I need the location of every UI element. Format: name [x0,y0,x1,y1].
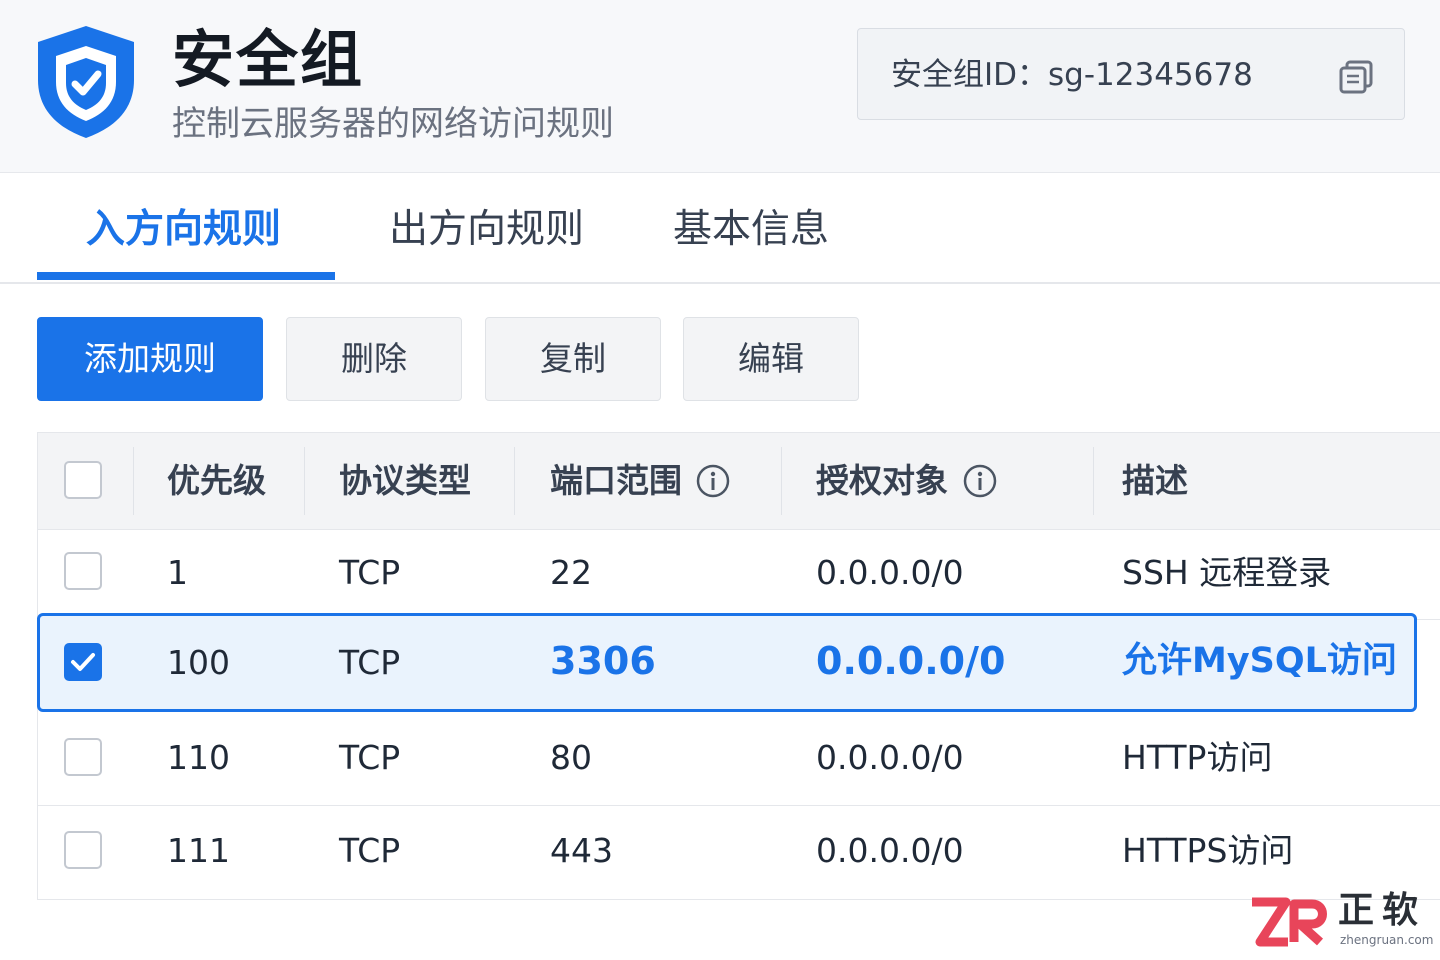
cell-port: 443 [550,831,613,870]
cell-priority: 100 [167,643,230,682]
cell-source: 0.0.0.0/0 [816,738,964,777]
cell-source: 0.0.0.0/0 [816,639,1006,683]
check-icon [71,653,95,671]
tab-basic-info[interactable]: 基本信息 [673,202,829,258]
row-checkbox[interactable] [64,552,102,590]
watermark-name: 正软 [1338,890,1427,931]
select-all-checkbox[interactable] [64,461,102,499]
cell-priority: 111 [167,831,230,870]
cell-protocol: TCP [339,831,401,870]
page-subtitle: 控制云服务器的网络访问规则 [172,104,614,144]
zr-logo-icon [1252,897,1327,947]
security-group-id-box: 安全组ID：sg-12345678 [857,28,1405,120]
cell-description: 允许MySQL访问 [1122,641,1397,681]
watermark-logo: 正软 zhengruan.com [1248,888,1438,956]
info-icon[interactable] [696,464,730,498]
cell-source: 0.0.0.0/0 [816,553,964,592]
column-divider [514,447,515,515]
cell-description: HTTP访问 [1122,738,1273,777]
table-header: 优先级 协议类型 端口范围 授权对象 描述 [38,433,1440,530]
copy-icon[interactable] [1338,59,1374,95]
table-row[interactable]: 110 TCP 80 0.0.0.0/0 HTTP访问 [38,712,1440,806]
tab-bar: 入方向规则 出方向规则 基本信息 [0,172,1440,284]
page-header: 安全组 控制云服务器的网络访问规则 安全组ID：sg-12345678 [0,0,1440,173]
edit-button[interactable]: 编辑 [683,317,859,401]
cell-port: 3306 [550,639,656,683]
active-tab-indicator [37,272,335,280]
column-divider [304,447,305,515]
security-group-id: 安全组ID：sg-12345678 [891,57,1253,93]
cell-source: 0.0.0.0/0 [816,831,964,870]
row-checkbox-checked[interactable] [64,643,102,681]
cell-port: 80 [550,738,592,777]
table-row-selected[interactable]: 100 TCP 3306 0.0.0.0/0 允许MySQL访问 [37,613,1417,712]
rules-table: 优先级 协议类型 端口范围 授权对象 描述 1 TCP 22 0.0.0.0/0… [37,432,1440,900]
row-checkbox[interactable] [64,831,102,869]
column-header-port-range[interactable]: 端口范围 [550,457,682,505]
column-header-priority[interactable]: 优先级 [167,457,266,505]
column-header-source[interactable]: 授权对象 [816,457,948,505]
cell-protocol: TCP [339,553,401,592]
table-row[interactable]: 111 TCP 443 0.0.0.0/0 HTTPS访问 [38,805,1440,900]
column-divider [133,447,134,515]
cell-description: SSH 远程登录 [1122,553,1332,592]
watermark-domain: zhengruan.com [1340,933,1434,947]
shield-check-icon [38,26,134,138]
tab-inbound-rules[interactable]: 入方向规则 [86,202,281,258]
tab-outbound-rules[interactable]: 出方向规则 [389,202,584,258]
column-header-protocol[interactable]: 协议类型 [339,457,471,505]
table-row[interactable]: 1 TCP 22 0.0.0.0/0 SSH 远程登录 [38,529,1440,620]
cell-protocol: TCP [339,643,401,682]
column-divider [781,447,782,515]
cell-port: 22 [550,553,592,592]
cell-priority: 1 [167,553,188,592]
cell-protocol: TCP [339,738,401,777]
page-title: 安全组 [172,23,365,96]
info-icon[interactable] [963,464,997,498]
cell-priority: 110 [167,738,230,777]
add-rule-button[interactable]: 添加规则 [37,317,263,401]
column-divider [1093,447,1094,515]
delete-button[interactable]: 删除 [286,317,462,401]
cell-description: HTTPS访问 [1122,831,1294,870]
copy-button[interactable]: 复制 [485,317,661,401]
row-checkbox[interactable] [64,738,102,776]
column-header-description[interactable]: 描述 [1122,457,1188,505]
